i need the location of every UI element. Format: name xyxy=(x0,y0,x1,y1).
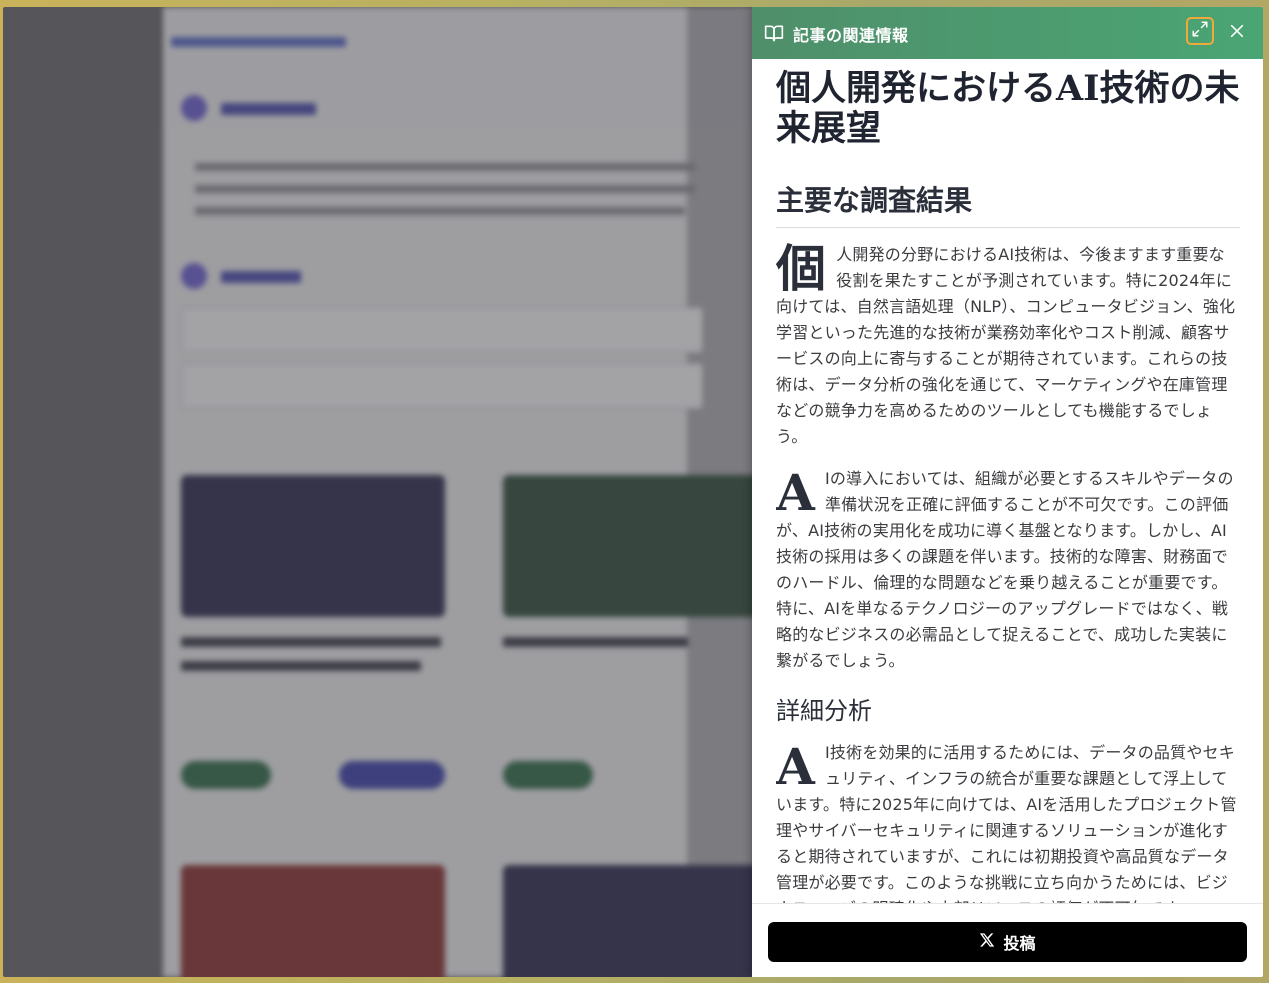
section-heading: 主要な調査結果 xyxy=(776,183,1240,228)
expand-button[interactable] xyxy=(1186,17,1214,45)
background-link xyxy=(171,37,346,47)
drawer-title: 記事の関連情報 xyxy=(793,26,909,45)
drawer-scroll-content[interactable]: 個人開発におけるAI技術の未来展望 主要な調査結果 個 人開発の分野におけるAI… xyxy=(776,69,1240,903)
x-logo-icon xyxy=(979,932,995,952)
expand-icon xyxy=(1191,20,1209,42)
background-avatar xyxy=(181,263,207,289)
drawer-footer: 投稿 xyxy=(752,903,1263,977)
background-pill xyxy=(503,761,593,789)
paragraph-text: I技術を効果的に活用するためには、データの品質やセキュリティ、インフラの統合が重… xyxy=(776,743,1237,903)
drawer-header: 記事の関連情報 xyxy=(752,7,1263,59)
dropcap: A xyxy=(776,463,815,522)
background-text-line xyxy=(195,163,695,171)
paragraph-text: Iの導入においては、組織が必要とするスキルやデータの準備状況を正確に評価すること… xyxy=(776,469,1234,670)
background-card xyxy=(503,865,767,977)
background-text-line xyxy=(195,207,685,215)
background-input xyxy=(181,363,703,409)
background-avatar xyxy=(181,95,207,121)
close-icon xyxy=(1229,23,1245,43)
book-open-icon xyxy=(764,23,784,43)
background-card xyxy=(181,865,445,977)
post-button-label: 投稿 xyxy=(1003,934,1036,953)
background-card-title xyxy=(181,637,441,647)
article-title: 個人開発におけるAI技術の未来展望 xyxy=(776,69,1240,149)
background-card-title xyxy=(181,661,421,671)
background-heading xyxy=(221,271,301,283)
background-text-line xyxy=(195,185,695,193)
article-info-drawer: 記事の関連情報 個人開発におけるAI技術の未来展望 主要な調査結果 個 人開発の… xyxy=(752,7,1263,977)
background-pill xyxy=(339,761,445,789)
paragraph-text: 人開発の分野におけるAI技術は、今後ますます重要な役割を果たすことが予測されてい… xyxy=(776,245,1236,446)
background-card xyxy=(503,475,767,617)
app-frame: 記事の関連情報 個人開発におけるAI技術の未来展望 主要な調査結果 個 人開発の… xyxy=(3,7,1263,977)
section-heading: 詳細分析 xyxy=(776,697,872,725)
post-to-x-button[interactable]: 投稿 xyxy=(768,922,1247,962)
background-heading xyxy=(221,103,316,115)
background-input xyxy=(181,307,703,353)
dropcap: 個 xyxy=(776,239,827,298)
article-paragraph: 個 人開発の分野におけるAI技術は、今後ますます重要な役割を果たすことが予測され… xyxy=(776,242,1240,450)
close-button[interactable] xyxy=(1224,20,1250,46)
background-card xyxy=(181,475,445,617)
article-paragraph: A Iの導入においては、組織が必要とするスキルやデータの準備状況を正確に評価する… xyxy=(776,466,1240,674)
background-card-title xyxy=(503,637,688,647)
article-paragraph: A I技術を効果的に活用するためには、データの品質やセキュリティ、インフラの統合… xyxy=(776,737,1240,904)
background-pill xyxy=(181,761,271,789)
dropcap: A xyxy=(776,737,815,796)
